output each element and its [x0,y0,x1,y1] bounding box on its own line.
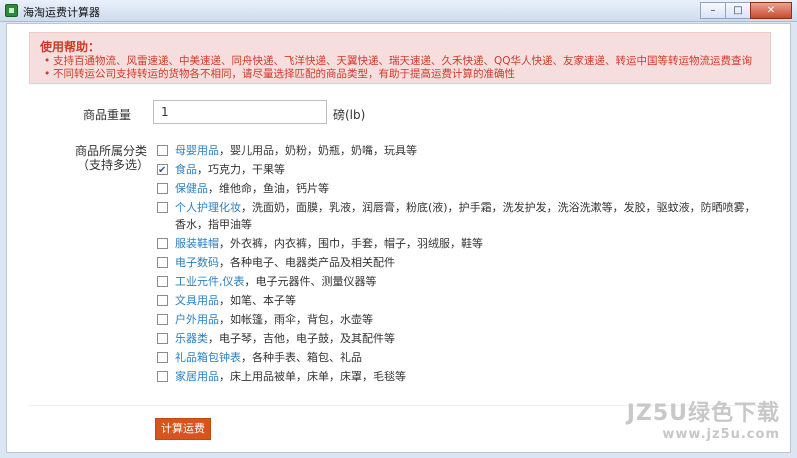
watermark: JZ5U绿色下载 www.jz5u.com [627,395,780,442]
category-item[interactable]: 礼品箱包钟表，各种手表、箱包、礼品 [157,349,757,366]
category-desc: ，如帐篷，雨伞，背包，水壶等 [219,313,373,326]
checkbox[interactable] [157,202,168,213]
category-list: 母婴用品，婴儿用品，奶粉，奶瓶，奶嘴，玩具等 食品，巧克力，干果等 保健品，维他… [157,142,757,387]
category-desc: ，电子琴，吉他，电子鼓，及其配件等 [208,332,395,345]
category-item[interactable]: 工业元件,仪表，电子元器件、测量仪器等 [157,273,757,290]
category-name: 服装鞋帽 [175,237,219,250]
category-item[interactable]: 乐器类，电子琴，吉他，电子鼓，及其配件等 [157,330,757,347]
category-item[interactable]: 个人护理化妆，洗面奶，面膜，乳液，润唇膏，粉底(液)，护手霜，洗发护发，洗浴洗漱… [157,199,757,233]
category-name: 电子数码 [175,256,219,269]
checkbox[interactable] [157,314,168,325]
checkbox[interactable] [157,238,168,249]
checkbox[interactable] [157,352,168,363]
category-item[interactable]: 文具用品，如笔、本子等 [157,292,757,309]
main-panel: 使用帮助： 支持百通物流、风雷速递、中美速递、同舟快递、飞洋快递、天翼快递、瑞天… [6,23,791,453]
window-controls: – □ ✕ [700,2,792,19]
maximize-button[interactable]: □ [725,2,751,19]
weight-input[interactable] [153,100,327,124]
category-item[interactable]: 保健品，维他命，鱼油，钙片等 [157,180,757,197]
close-button[interactable]: ✕ [750,2,792,19]
category-desc: ，各种手表、箱包、礼品 [241,351,362,364]
watermark-logo: JZ5U绿色下载 [626,401,780,426]
category-name: 个人护理化妆 [175,201,241,214]
weight-unit: 磅(lb) [333,108,366,122]
category-name: 食品 [175,163,197,176]
minimize-button[interactable]: – [700,2,726,19]
checkbox[interactable] [157,371,168,382]
app-icon [5,4,18,17]
category-name: 保健品 [175,182,208,195]
category-item[interactable]: 食品，巧克力，干果等 [157,161,757,179]
category-desc: ，维他命，鱼油，钙片等 [208,182,329,195]
calculate-button[interactable]: 计算运费 [155,418,211,440]
category-item[interactable]: 电子数码，各种电子、电器类产品及相关配件 [157,254,757,271]
help-list: 支持百通物流、风雷速递、中美速递、同舟快递、飞洋快递、天翼快递、瑞天速递、久禾快… [44,55,752,81]
category-desc: ，巧克力，干果等 [197,163,285,176]
watermark-url: www.jz5u.com [662,427,780,442]
category-desc: ，外衣裤，内衣裤，围巾，手套，帽子，羽绒服，鞋等 [219,237,483,250]
category-name: 母婴用品 [175,144,219,157]
category-desc: ，婴儿用品，奶粉，奶瓶，奶嘴，玩具等 [219,144,417,157]
category-desc: ，电子元器件、测量仪器等 [244,275,377,288]
help-item: 支持百通物流、风雷速递、中美速递、同舟快递、飞洋快递、天翼快递、瑞天速递、久禾快… [44,55,752,68]
window-title: 海淘运费计算器 [23,6,100,19]
category-item[interactable]: 家居用品，床上用品被单，床单，床罩，毛毯等 [157,368,757,385]
checkbox[interactable] [157,257,168,268]
category-name: 工业元件,仪表 [175,275,245,288]
window-titlebar: 海淘运费计算器 – □ ✕ [0,0,797,22]
checkbox[interactable] [157,276,168,287]
category-name: 文具用品 [175,294,219,307]
category-name: 家居用品 [175,370,219,383]
category-desc: ，各种电子、电器类产品及相关配件 [219,256,395,269]
category-item[interactable]: 母婴用品，婴儿用品，奶粉，奶瓶，奶嘴，玩具等 [157,142,757,159]
category-desc: ，床上用品被单，床单，床罩，毛毯等 [219,370,406,383]
category-item[interactable]: 户外用品，如帐篷，雨伞，背包，水壶等 [157,311,757,328]
category-desc: ，如笔、本子等 [219,294,296,307]
category-desc: ，洗面奶，面膜，乳液，润唇膏，粉底(液)，护手霜，洗发护发，洗浴洗漱等，发胶，驱… [175,201,756,231]
category-name: 礼品箱包钟表 [175,351,241,364]
checkbox[interactable] [157,183,168,194]
category-name: 户外用品 [175,313,219,326]
checkbox[interactable] [157,295,168,306]
checkbox[interactable] [157,333,168,344]
category-name: 乐器类 [175,332,208,345]
category-item[interactable]: 服装鞋帽，外衣裤，内衣裤，围巾，手套，帽子，羽绒服，鞋等 [157,235,757,252]
help-box: 使用帮助： 支持百通物流、风雷速递、中美速递、同舟快递、飞洋快递、天翼快递、瑞天… [29,32,771,84]
help-title: 使用帮助： [40,40,101,54]
checkbox[interactable] [157,145,168,156]
help-item: 不同转运公司支持转运的货物各不相同，请尽量选择匹配的商品类型，有助于提高运费计算… [44,68,752,81]
checkbox[interactable] [157,162,168,179]
category-hint: （支持多选） [77,158,150,172]
weight-label: 商品重量 [83,108,132,122]
